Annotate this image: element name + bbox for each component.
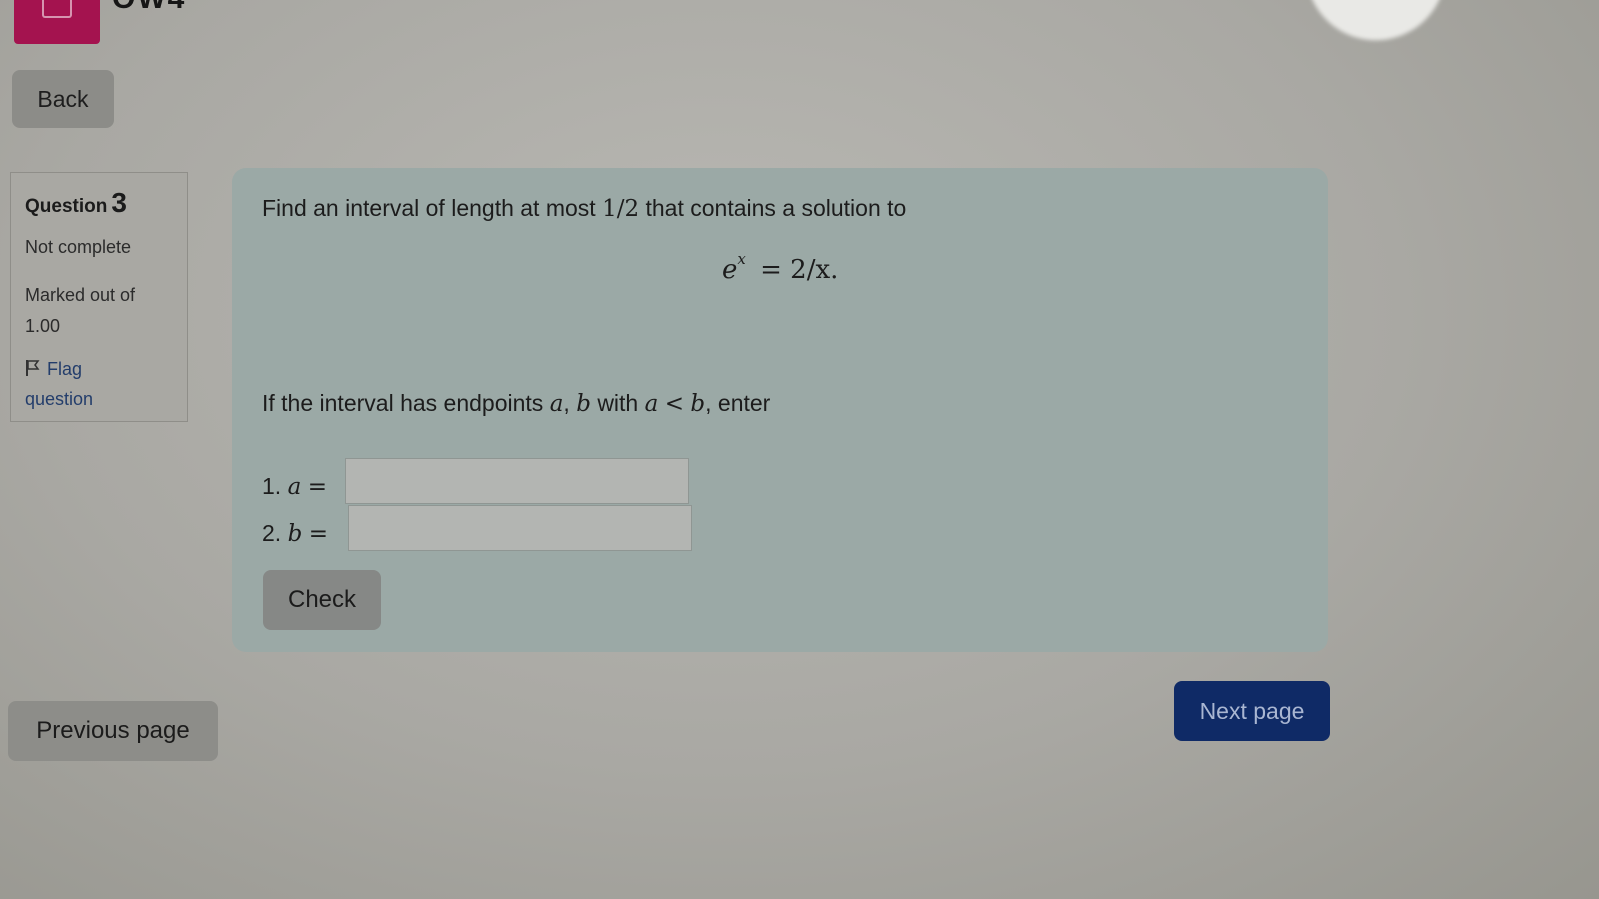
answer-b-input[interactable] xyxy=(348,505,692,551)
answer-b-equals: = xyxy=(308,521,328,547)
equation-exponent: x xyxy=(737,250,746,268)
flag-label-2[interactable]: question xyxy=(25,384,173,414)
answer-a-var: a xyxy=(287,474,302,500)
answer-b-label: 2. b = xyxy=(262,520,328,547)
page-title: OW4 xyxy=(112,0,186,16)
var-b-2: b xyxy=(690,391,706,417)
grade-value: 1.00 xyxy=(25,316,61,336)
var-b: b xyxy=(576,391,591,417)
previous-page-button[interactable]: Previous page xyxy=(8,701,218,761)
question-number: 3 xyxy=(111,187,127,218)
flag-icon xyxy=(26,360,40,376)
question-state: Not complete xyxy=(25,237,132,257)
equation: ex = 2/x. xyxy=(722,250,838,285)
flag-label[interactable]: Flag xyxy=(47,359,82,379)
answer-b-var: b xyxy=(287,521,303,547)
interval-length: 1/2 xyxy=(602,196,640,222)
question-intro: Find an interval of length at most xyxy=(262,195,596,221)
var-a-2: a xyxy=(644,391,659,417)
answer-prompt: If the interval has endpoints a, b with … xyxy=(262,390,770,417)
answer-a-input[interactable] xyxy=(345,458,689,504)
next-page-button[interactable]: Next page xyxy=(1174,681,1330,741)
question-text: Find an interval of length at most 1/2 t… xyxy=(262,195,906,222)
grade-label: Marked out of xyxy=(25,285,136,305)
check-button[interactable]: Check xyxy=(263,570,381,630)
checkbox-icon xyxy=(42,0,72,18)
less-than: < xyxy=(664,391,684,417)
question-heading: Question 3 xyxy=(25,187,173,219)
question-grade: Marked out of 1.00 xyxy=(25,280,173,342)
flag-question-link[interactable]: Flag question xyxy=(25,354,173,414)
prompt-with: with xyxy=(597,390,639,416)
prompt-start: If the interval has endpoints xyxy=(262,390,544,416)
prompt-end: , enter xyxy=(705,390,771,416)
screen-glare xyxy=(1305,0,1455,50)
answer-a-equals: = xyxy=(307,474,327,500)
answer-a-prefix: 1. xyxy=(262,473,282,499)
quiz-icon xyxy=(14,0,100,44)
equation-base: e xyxy=(722,255,738,285)
question-intro-end: that contains a solution to xyxy=(645,195,907,221)
back-button[interactable]: Back xyxy=(12,70,114,128)
var-a: a xyxy=(549,391,564,417)
equation-rhs: = 2/x. xyxy=(760,255,839,285)
question-panel: Find an interval of length at most 1/2 t… xyxy=(232,168,1328,652)
answer-a-label: 1. a = xyxy=(262,473,327,500)
prompt-comma: , xyxy=(563,390,570,416)
question-label: Question xyxy=(25,196,108,217)
answer-b-prefix: 2. xyxy=(262,520,282,546)
question-info-panel: Question 3 Not complete Marked out of 1.0… xyxy=(10,172,188,422)
